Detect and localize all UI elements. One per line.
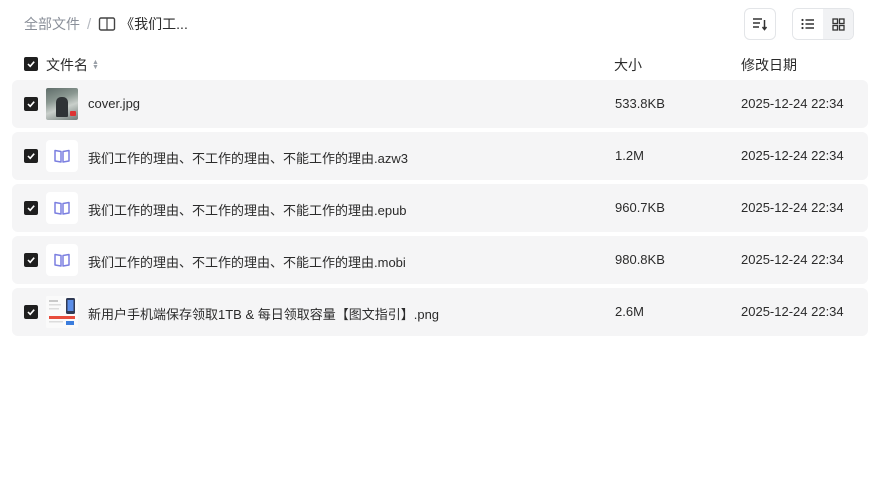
view-toggle [792, 8, 854, 40]
grid-view-icon [831, 17, 845, 31]
file-name: 我们工作的理由、不工作的理由、不能工作的理由.mobi [88, 255, 406, 270]
file-size: 960.7KB [615, 200, 665, 215]
file-row[interactable]: 我们工作的理由、不工作的理由、不能工作的理由.mobi 980.8KB 2025… [12, 236, 868, 284]
list-header: 文件名 ▲ ▼ 大小 修改日期 [12, 52, 868, 76]
file-row[interactable]: 我们工作的理由、不工作的理由、不能工作的理由.azw3 1.2M 2025-12… [12, 132, 868, 180]
file-browser: 全部文件 / 《我们工... 文件名 ▲ ▼ 大小 修改日期 cover.jpg… [0, 0, 878, 495]
check-icon [27, 101, 35, 108]
list-view-button[interactable] [793, 9, 823, 39]
book-folder-icon [98, 16, 116, 32]
row-checkbox[interactable] [24, 97, 38, 111]
file-name: 我们工作的理由、不工作的理由、不能工作的理由.epub [88, 203, 407, 218]
file-list: cover.jpg 533.8KB 2025-12-24 22:34 我们工作的… [12, 80, 868, 340]
column-header-size[interactable]: 大小 [614, 55, 642, 75]
file-size: 980.8KB [615, 252, 665, 267]
image-thumbnail [46, 296, 78, 328]
file-size: 533.8KB [615, 96, 665, 111]
file-name: 我们工作的理由、不工作的理由、不能工作的理由.azw3 [88, 151, 408, 166]
file-date: 2025-12-24 22:34 [741, 96, 844, 111]
file-size: 1.2M [615, 148, 644, 163]
row-checkbox[interactable] [24, 149, 38, 163]
file-name: cover.jpg [88, 96, 141, 111]
row-checkbox[interactable] [24, 253, 38, 267]
file-row[interactable]: cover.jpg 533.8KB 2025-12-24 22:34 [12, 80, 868, 128]
list-view-icon [801, 18, 814, 30]
check-icon [27, 153, 35, 160]
column-header-date[interactable]: 修改日期 [741, 55, 797, 75]
sort-lines-icon [753, 18, 768, 31]
row-checkbox[interactable] [24, 201, 38, 215]
breadcrumb-current[interactable]: 《我们工... [120, 14, 188, 34]
file-date: 2025-12-24 22:34 [741, 200, 844, 215]
breadcrumb: 全部文件 / 《我们工... [24, 14, 188, 34]
breadcrumb-root[interactable]: 全部文件 [24, 14, 80, 34]
book-file-icon [46, 140, 78, 172]
grid-view-button[interactable] [823, 9, 853, 39]
image-thumbnail [46, 88, 78, 120]
check-icon [27, 257, 35, 264]
column-header-name-label: 文件名 [46, 57, 88, 73]
book-file-icon [46, 192, 78, 224]
file-row[interactable]: 新用户手机端保存领取1TB & 每日领取容量【图文指引】.png 2.6M 20… [12, 288, 868, 336]
file-date: 2025-12-24 22:34 [741, 252, 844, 267]
book-file-icon [46, 244, 78, 276]
file-date: 2025-12-24 22:34 [741, 148, 844, 163]
sort-arrows-icon: ▲ ▼ [92, 59, 99, 71]
file-date: 2025-12-24 22:34 [741, 304, 844, 319]
column-header-name[interactable]: 文件名 ▲ ▼ [46, 55, 99, 75]
file-name: 新用户手机端保存领取1TB & 每日领取容量【图文指引】.png [88, 307, 440, 322]
select-all-checkbox[interactable] [24, 57, 38, 71]
check-icon [27, 309, 35, 316]
row-checkbox[interactable] [24, 305, 38, 319]
file-row[interactable]: 我们工作的理由、不工作的理由、不能工作的理由.epub 960.7KB 2025… [12, 184, 868, 232]
check-icon [27, 205, 35, 212]
check-icon [27, 61, 35, 68]
breadcrumb-separator: / [87, 15, 92, 33]
file-size: 2.6M [615, 304, 644, 319]
sort-button[interactable] [744, 8, 776, 40]
